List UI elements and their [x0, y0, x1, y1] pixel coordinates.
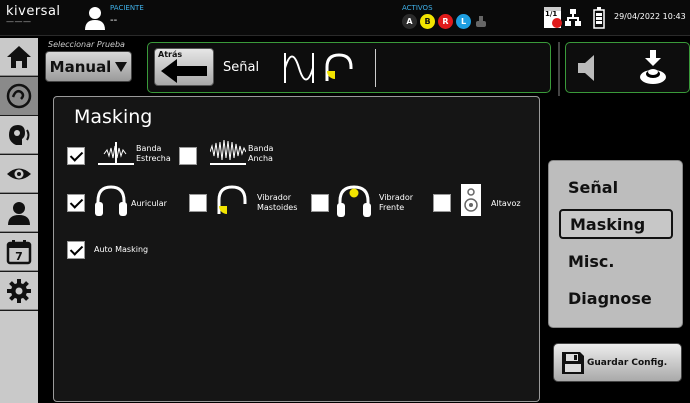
vibrator-status-icon [476, 16, 486, 27]
banda-ancha-checkbox[interactable] [179, 147, 197, 165]
vibrador-frente-label: Vibrador Frente [379, 193, 413, 213]
vibrador-mastoides-label: Vibrador Mastoides [257, 193, 297, 213]
floppy-disk-icon [562, 352, 584, 374]
forehead-vibrator-icon [337, 185, 371, 217]
sidebar-item-calendar[interactable]: 7 [0, 233, 38, 271]
auto-masking-label: Auto Masking [94, 245, 149, 254]
narrowband-noise-icon [98, 142, 134, 165]
sidebar-item-speech[interactable] [0, 116, 38, 154]
datetime: 29/04/2022 10:43 [614, 12, 686, 21]
screen-count-text: 1/1 [545, 10, 558, 18]
sidebar-item-audiometry[interactable] [0, 77, 38, 115]
speech-icon [9, 124, 30, 145]
banda-ancha-label-2: Ancha [248, 154, 273, 163]
vibrador-mastoides-label-1: Vibrador [257, 193, 292, 202]
manual-dropdown[interactable]: Manual [45, 51, 132, 82]
sidebar-item-settings[interactable] [0, 272, 38, 310]
signal-type-icons [284, 53, 353, 83]
banda-estrecha-label: Banda Estrecha [136, 144, 171, 164]
altavoz-checkbox[interactable] [433, 194, 451, 212]
user-icon [8, 201, 30, 225]
signal-header-panel: Atrás Señal [147, 42, 551, 93]
logo-text: kiversal [6, 4, 61, 19]
arrow-left-icon [161, 59, 207, 83]
badge-l: L [456, 14, 471, 29]
patient-icon[interactable] [84, 6, 106, 30]
panel-divider [558, 42, 560, 96]
top-bar: kiversal ——— PACIENTE -- ACTIVOS A B R L [0, 0, 690, 36]
headphones-icon [95, 185, 127, 216]
manual-label: Manual [49, 57, 112, 76]
calendar-icon: 7 [6, 239, 32, 264]
badge-a: A [402, 14, 417, 29]
badge-b: B [420, 14, 435, 29]
broadband-noise-icon [210, 139, 246, 165]
auricular-label: Auricular [131, 199, 167, 208]
vibrador-frente-label-2: Frente [379, 203, 405, 212]
banda-estrecha-label-1: Banda [136, 144, 162, 153]
eye-icon [7, 168, 31, 179]
banda-estrecha-label-2: Estrecha [136, 154, 171, 163]
menu-item-misc[interactable]: Misc. [559, 246, 673, 276]
sine-wave-icon [284, 53, 314, 83]
patient-response-button-icon[interactable] [638, 50, 668, 86]
vibrador-frente-checkbox[interactable] [311, 194, 329, 212]
kiversal-logo: kiversal ——— [6, 4, 61, 27]
banda-ancha-label-1: Banda [248, 144, 274, 153]
vibrador-mastoides-checkbox[interactable] [189, 194, 207, 212]
patient-label: PACIENTE [110, 4, 144, 12]
altavoz-label: Altavoz [491, 199, 521, 208]
save-config-label: Guardar Config. [587, 358, 668, 368]
sidebar: 7 [0, 38, 38, 403]
select-test-label: Seleccionar Prueba [48, 40, 125, 49]
auricular-checkbox[interactable] [67, 194, 85, 212]
audiometry-icon [6, 83, 32, 108]
gear-icon [7, 278, 31, 303]
vibrador-frente-label-1: Vibrador [379, 193, 414, 202]
header-divider [375, 49, 376, 87]
back-label: Atrás [158, 50, 183, 59]
menu-item-senal[interactable]: Señal [559, 172, 673, 202]
sidebar-item-vision[interactable] [0, 155, 38, 193]
home-icon [7, 45, 31, 68]
vibrador-mastoides-label-2: Mastoides [257, 203, 298, 212]
loudspeaker-icon [461, 184, 481, 216]
activos-label: ACTIVOS [402, 4, 433, 12]
masking-panel: Masking Banda Estrecha Banda Ancha Auric… [53, 96, 540, 402]
back-button[interactable]: Atrás [154, 48, 214, 86]
menu-item-masking[interactable]: Masking [559, 209, 673, 239]
calendar-day: 7 [15, 250, 23, 263]
panel-title: Masking [74, 106, 153, 128]
network-icon [565, 9, 581, 26]
auto-masking-checkbox[interactable] [67, 241, 85, 259]
badge-r: R [438, 14, 453, 29]
banda-ancha-label: Banda Ancha [248, 144, 273, 164]
mastoid-vibrator-icon [217, 185, 247, 214]
save-config-button[interactable]: Guardar Config. [553, 343, 682, 382]
banda-estrecha-checkbox[interactable] [67, 147, 85, 165]
battery-icon [593, 7, 605, 29]
settings-menu: Señal Masking Misc. Diagnose [548, 160, 683, 328]
app-window: kiversal ——— PACIENTE -- ACTIVOS A B R L [0, 0, 690, 403]
bone-vibrator-icon [325, 53, 353, 81]
output-controls-panel [565, 42, 690, 93]
chevron-down-icon [115, 61, 128, 72]
signal-title: Señal [223, 60, 260, 75]
sidebar-item-patient[interactable] [0, 194, 38, 232]
patient-value[interactable]: -- [110, 15, 117, 26]
sidebar-item-home[interactable] [0, 38, 38, 76]
speaker-mute-icon[interactable] [576, 53, 602, 83]
sidebar-filler [0, 311, 38, 403]
menu-item-diagnose[interactable]: Diagnose [559, 283, 673, 313]
active-badges: A B R L [402, 14, 488, 29]
